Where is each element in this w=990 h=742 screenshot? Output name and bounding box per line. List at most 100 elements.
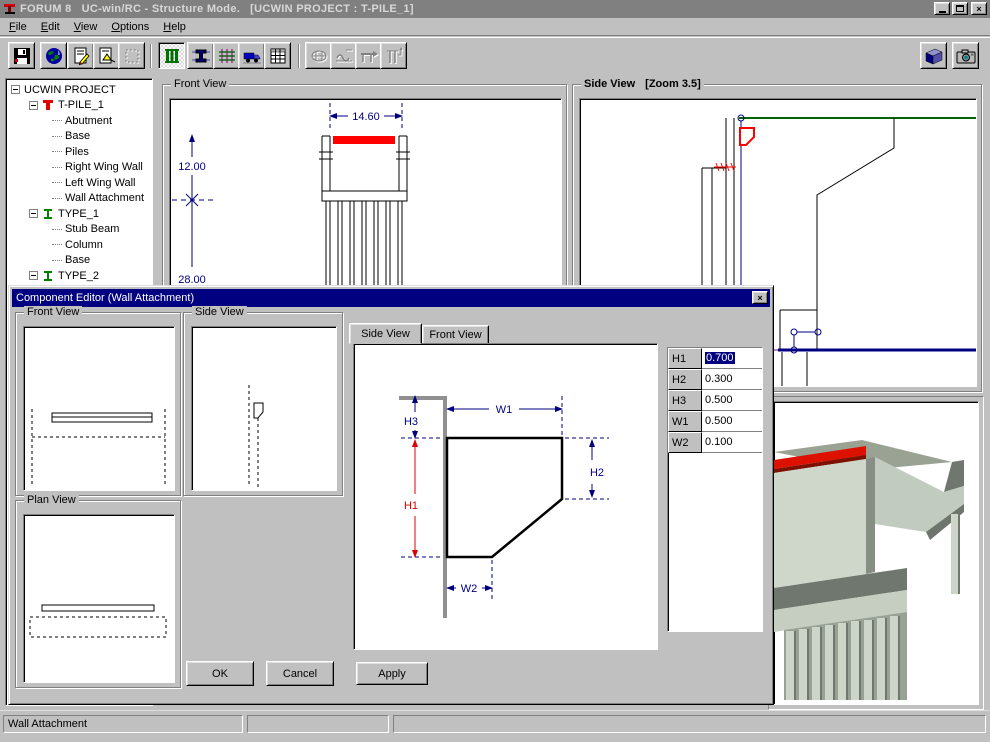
status-message-panel: Wall Attachment [3,715,243,733]
dim-width-label: 14.60 [352,111,380,123]
help-book-button[interactable] [920,42,947,69]
perspective-view-canvas[interactable] [773,401,979,705]
tree-item-column[interactable]: Column [6,237,152,253]
pier-view-icon [162,46,182,66]
ok-button[interactable]: OK [186,661,254,686]
dialog-close-button[interactable]: × [752,291,768,304]
tree-item-left-wing-wall[interactable]: Left Wing Wall [6,175,152,191]
tree-item-label: Column [65,239,103,251]
tree-item-right-wing-wall[interactable]: Right Wing Wall [6,160,152,176]
beam-section-button[interactable] [187,42,214,69]
tree-item-ucwin-project[interactable]: UCWIN PROJECT [6,82,152,98]
frame-cage-button [305,42,332,69]
menu-bar: File Edit View Options Help [0,18,990,36]
param-w2-header[interactable]: W2 [668,432,702,453]
dialog-title: Component Editor (Wall Attachment) [16,292,194,304]
tree-item-t-pile-1[interactable]: T-PILE_1 [6,98,152,114]
rebar-button[interactable] [213,42,240,69]
dialog-plan-view-title: Plan View [24,494,79,507]
param-w2-value[interactable]: 0.100 [702,432,762,453]
table-grid-button[interactable] [264,42,291,69]
table-row: H1 0.700 [668,348,762,369]
rebar-icon [217,46,237,66]
table-row: W1 0.500 [668,411,762,432]
dialog-front-view-group: Front View [15,312,181,496]
component-editor-dialog: Component Editor (Wall Attachment) × Fro… [8,285,774,705]
tree-item-type-1[interactable]: TYPE_1 [6,206,152,222]
restore-button[interactable] [952,2,968,15]
tree-item-label: Right Wing Wall [65,161,143,173]
help-book-icon [923,46,945,66]
tree-item-piles[interactable]: Piles [6,144,152,160]
export-document-button[interactable] [93,42,120,69]
tree-expander-icon[interactable] [29,101,38,110]
diagram-w1-label: W1 [496,404,513,416]
edit-report-button[interactable] [67,42,94,69]
load-bench-button [355,42,382,69]
tree-expander-icon[interactable] [29,271,38,280]
toolbar-separator [298,44,300,68]
close-button[interactable]: × [971,2,987,15]
app-window: { "window": { "title": "FORUM 8 UC-win/R… [0,0,990,742]
table-row: H2 0.300 [668,369,762,390]
tree-item-label: Wall Attachment [65,192,144,204]
open-project-button[interactable] [40,42,67,69]
tab-front-view[interactable]: Front View [422,325,489,344]
menu-file[interactable]: File [2,19,34,35]
parameter-table: H1 0.700 H2 0.300 H3 0.500 W1 0.500 W2 0… [667,347,763,632]
param-h2-value[interactable]: 0.300 [702,369,762,390]
cancel-button[interactable]: Cancel [266,661,334,686]
dialog-titlebar[interactable]: Component Editor (Wall Attachment) × [12,289,770,307]
tree-item-abutment[interactable]: Abutment [6,113,152,129]
menu-edit[interactable]: Edit [34,19,67,35]
param-h1-header[interactable]: H1 [668,348,702,369]
minimize-button[interactable] [934,2,950,15]
param-w1-value[interactable]: 0.500 [702,411,762,432]
table-grid-icon [268,46,288,66]
dialog-front-view-title: Front View [24,306,82,319]
snapshot-button[interactable] [952,42,979,69]
param-h2-header[interactable]: H2 [668,369,702,390]
table-row: W2 0.100 [668,432,762,453]
load-bench-icon [359,46,379,66]
minimize-icon [939,11,946,13]
selection-tool-button [118,42,145,69]
status-panel-2 [247,715,389,733]
tree-item-type-2[interactable]: TYPE_2 [6,268,152,284]
tree-item-label: Base [65,254,90,266]
menu-options[interactable]: Options [104,19,156,35]
load-truck-button[interactable] [238,42,265,69]
window-titlebar[interactable]: FORUM 8 UC-win/RC - Structure Mode. [UCW… [0,0,990,18]
save-icon [12,46,32,66]
param-w1-header[interactable]: W1 [668,411,702,432]
tree-item-base-2[interactable]: Base [6,253,152,269]
beam-icon [42,270,55,282]
tree-item-label: Piles [65,146,89,158]
apply-button[interactable]: Apply [356,662,428,685]
status-message: Wall Attachment [8,718,87,730]
side-view-panel-title: Side View[Zoom 3.5] [581,78,704,91]
column-rebar-button [380,42,407,69]
wall-attachment-highlight [333,136,395,144]
text-caret [735,352,736,364]
app-icon [3,2,17,16]
menu-help[interactable]: Help [156,19,193,35]
dimension-diagram: W1 H3 H1 H2 W2 [354,344,655,647]
param-h1-value[interactable]: 0.700 [702,348,762,369]
save-button[interactable] [8,42,35,69]
param-h3-value[interactable]: 0.500 [702,390,762,411]
beam-section-icon [191,46,211,66]
front-view-thumb-drawing [24,327,174,490]
tree-expander-icon[interactable] [29,209,38,218]
truck-icon [242,46,262,66]
tree-item-label: Left Wing Wall [65,177,136,189]
pier-view-button[interactable] [158,42,185,69]
tree-item-base[interactable]: Base [6,129,152,145]
tree-item-wall-attachment[interactable]: Wall Attachment [6,191,152,207]
menu-view[interactable]: View [67,19,105,35]
tree-expander-icon[interactable] [11,85,20,94]
tab-side-view[interactable]: Side View [349,323,422,344]
dim-upper-label: 12.00 [178,161,206,173]
tree-item-stub-beam[interactable]: Stub Beam [6,222,152,238]
param-h3-header[interactable]: H3 [668,390,702,411]
